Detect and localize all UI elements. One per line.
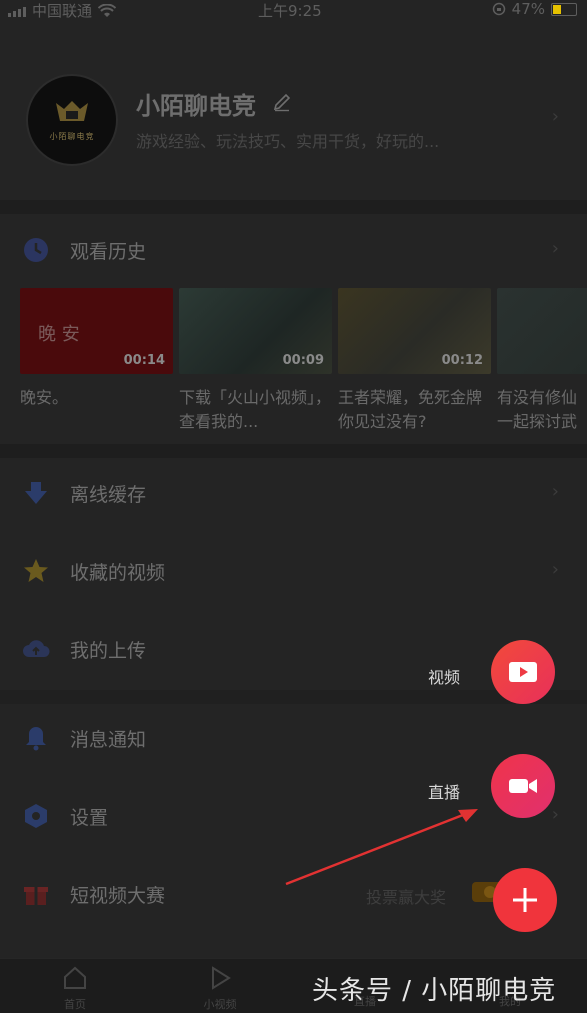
avatar[interactable]: 小陌聊电竞 [26, 74, 118, 166]
vote-prize-text: 投票赢大奖 [366, 888, 447, 907]
thumbnail-overlay-text: 晚 安 [38, 324, 80, 345]
menu-item-history[interactable]: 观看历史 › [0, 220, 587, 280]
wifi-icon [98, 3, 117, 17]
rotation-lock-icon [492, 2, 505, 16]
video-thumbnail: 00:12 [338, 288, 491, 374]
download-arrow-icon [25, 482, 47, 504]
go-live-button[interactable] [491, 754, 555, 818]
history-video-item[interactable]: 00:09 下载「火山小视频」，查看我的... [179, 288, 332, 434]
fab-video-label: 视频 [428, 668, 461, 687]
video-title: 有没有修仙一起探讨武 [497, 388, 578, 431]
menu-label-offline: 离线缓存 [70, 484, 147, 506]
clock: 上午9:25 [258, 2, 322, 20]
chevron-right-icon: › [551, 106, 559, 127]
history-list: 晚 安 00:14 晚安。 00:09 下载「火山小视频」，查看我的... 00… [20, 288, 587, 438]
video-camera-icon [509, 779, 537, 793]
profile-header[interactable]: 小陌聊电竞 小陌聊电竞 游戏经验、玩法技巧、实用干货，好玩的... › [0, 62, 587, 172]
chevron-right-icon: › [551, 238, 559, 259]
chevron-right-icon: › [551, 481, 559, 502]
profile-name: 小陌聊电竞 [136, 92, 256, 120]
tab-short-video[interactable]: 小视频 [180, 965, 260, 1012]
status-bar: 中国联通 上午9:25 47% [0, 0, 587, 20]
video-duration: 00:14 [123, 353, 165, 368]
menu-label-favorites: 收藏的视频 [70, 562, 166, 584]
video-duration: 00:12 [441, 353, 483, 368]
fab-live-label: 直播 [428, 783, 461, 802]
avatar-logo-text: 小陌聊电竞 [49, 131, 95, 141]
profile-bio: 游戏经验、玩法技巧、实用干货，好玩的... [136, 132, 440, 151]
gift-icon [24, 887, 48, 905]
play-video-icon [509, 662, 537, 682]
menu-label-contest: 短视频大赛 [70, 885, 166, 907]
chevron-right-icon: › [551, 559, 559, 580]
menu-label-uploads: 我的上传 [70, 640, 147, 662]
section-divider [0, 200, 587, 214]
tab-label: 小视频 [203, 998, 237, 1011]
watermark-text: 头条号 / 小陌聊电竞 [312, 976, 557, 1006]
history-video-item[interactable]: 有没有修仙一起探讨武 [497, 288, 587, 434]
hexagon-settings-icon [25, 804, 47, 828]
history-video-item[interactable]: 00:12 王者荣耀，免死金牌你见过没有? [338, 288, 491, 434]
create-button[interactable] [493, 868, 557, 932]
video-duration: 00:09 [282, 353, 324, 368]
signal-icon [8, 5, 26, 17]
play-icon [212, 966, 231, 990]
menu-label-notifications: 消息通知 [70, 729, 147, 751]
video-title: 王者荣耀，免死金牌你见过没有? [338, 388, 483, 431]
plus-icon [513, 888, 537, 912]
cloud-upload-icon [23, 640, 50, 657]
chevron-right-icon: › [551, 804, 559, 825]
video-title: 晚安。 [20, 388, 69, 407]
edit-icon[interactable] [272, 92, 292, 112]
carrier-label: 中国联通 [32, 2, 93, 20]
tab-label: 首页 [64, 998, 86, 1011]
video-title: 下载「火山小视频」，查看我的... [179, 388, 332, 431]
menu-item-notifications[interactable]: 消息通知 [0, 708, 587, 768]
menu-item-favorites[interactable]: 收藏的视频 › [0, 541, 587, 601]
battery-icon [551, 2, 577, 16]
post-video-button[interactable] [491, 640, 555, 704]
video-thumbnail [497, 288, 587, 374]
menu-label-history: 观看历史 [70, 241, 147, 263]
tab-home[interactable]: 首页 [35, 965, 115, 1012]
star-icon [24, 559, 48, 582]
video-thumbnail: 00:09 [179, 288, 332, 374]
history-video-item[interactable]: 晚 安 00:14 晚安。 [20, 288, 173, 410]
battery-percent: 47% [511, 0, 545, 18]
video-thumbnail: 晚 安 00:14 [20, 288, 173, 374]
clock-icon [24, 238, 48, 262]
section-divider [0, 444, 587, 458]
home-icon [64, 966, 86, 989]
menu-label-settings: 设置 [70, 807, 109, 829]
crest-logo-icon [52, 99, 92, 127]
bell-icon [26, 727, 46, 751]
menu-item-offline[interactable]: 离线缓存 › [0, 463, 587, 523]
